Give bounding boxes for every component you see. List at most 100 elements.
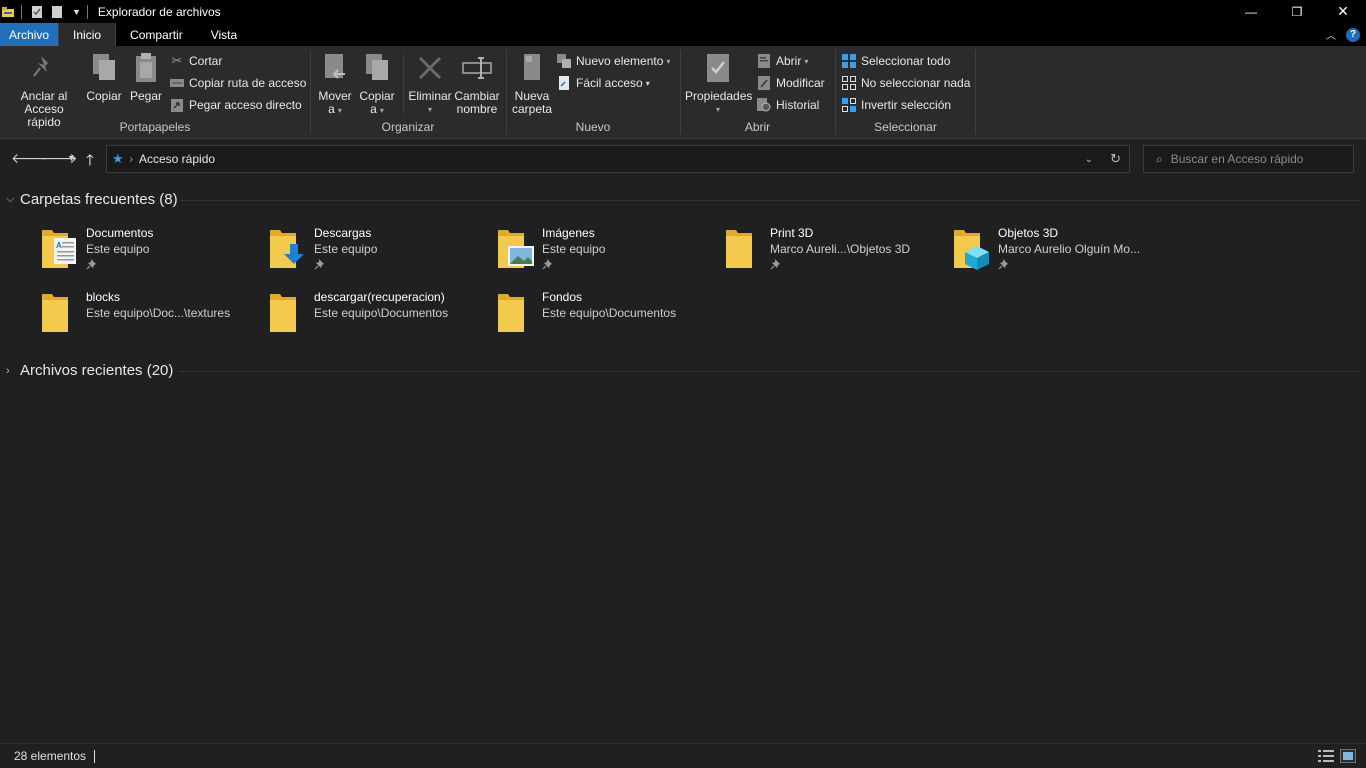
select-all-button[interactable]: Seleccionar todo [842,51,950,71]
address-dropdown-icon[interactable]: ⌄ [1085,154,1093,165]
group-label-organizar: Organizar [381,120,435,134]
properties-icon[interactable] [30,5,44,19]
folder-name: blocks [86,290,121,304]
up-arrow-icon[interactable]: 🡑 [86,150,94,175]
navigation-bar: 🡐 🡒 ▼ 🡑 ★ › Acceso rápido ⌄ ↻ ⌕ Buscar e… [0,140,1366,178]
minimize-button[interactable]: — [1228,0,1274,23]
quick-access-toolbar: ▼ Explorador de archivos [0,0,221,23]
move-label-line1: Mover [318,89,352,103]
open-icon [757,54,771,68]
section-divider [178,371,1360,372]
pin-icon [314,259,324,270]
folder-name: Fondos [542,290,583,304]
item-count: 28 elementos [14,749,87,763]
delete-label: Eliminar [408,89,452,103]
divider [403,54,404,114]
move-label-line2: a ▾ [315,103,355,117]
folder-tile-descargar-recuperacion[interactable]: descargar(recuperacion) Este equipo\Docu… [268,290,488,342]
history-icon [757,98,771,112]
rename-button[interactable]: Cambiar nombre [453,50,501,116]
copy-path-button[interactable]: Copiar ruta de acceso [170,73,306,93]
new-folder-label-line2: carpeta [511,102,553,116]
copy-button[interactable]: Copiar [84,50,124,103]
paste-shortcut-icon [170,98,184,112]
recent-locations-chevron-icon[interactable]: ▼ [67,153,76,163]
ribbon: Anclar al Acceso rápido Copiar Pegar ✂ C… [0,46,1366,139]
folder-location: Marco Aureli...\Objetos 3D [770,242,911,256]
copy-to-label-line1: Copiar [359,89,395,103]
folder-location: Este equipo\Doc...\textures [86,306,231,320]
restore-button[interactable]: ❐ [1274,0,1320,23]
pictures-folder-icon [498,230,534,268]
folder-icon [270,294,296,332]
paste-icon [136,53,156,82]
pin-quick-access-button[interactable]: Anclar al Acceso rápido [6,50,82,129]
new-item-button[interactable]: Nuevo elemento ▾ [557,51,670,71]
breadcrumb-separator-icon[interactable]: › [130,154,133,165]
cut-button[interactable]: ✂ Cortar [170,51,223,71]
section-recent-files[interactable]: › Archivos recientes (20) [6,362,173,379]
address-bar[interactable]: ★ › Acceso rápido ⌄ ↻ [106,145,1130,173]
refresh-icon[interactable]: ↻ [1110,151,1121,167]
folder-location: Este equipo\Documentos [542,306,677,320]
group-organizar: Mover a ▾ Copiar a ▾ Eliminar ▾ Cambiar … [311,46,505,138]
svg-text:A: A [56,241,62,250]
search-icon: ⌕ [1156,151,1163,166]
star-icon: ★ [112,151,124,166]
collapse-ribbon-icon[interactable]: ︿ [1326,27,1336,42]
folder-tile-imagenes[interactable]: Imágenes Este equipo [496,226,716,278]
divider [86,4,88,19]
search-placeholder: Buscar en Acceso rápido [1170,152,1304,166]
select-none-label: No seleccionar nada [861,76,971,90]
paste-shortcut-button[interactable]: Pegar acceso directo [170,95,302,115]
folder-tile-descargas[interactable]: Descargas Este equipo [268,226,488,278]
tab-compartir[interactable]: Compartir [116,23,197,46]
ribbon-right-controls: ︿ ? [1326,23,1360,46]
folder-icon [498,294,524,332]
scissors-icon: ✂ [171,53,183,68]
close-button[interactable]: ✕ [1320,0,1366,23]
paste-button[interactable]: Pegar [126,50,166,103]
folder-tile-print-3d[interactable]: Print 3D Marco Aureli...\Objetos 3D [724,226,944,278]
pin-icon [998,259,1008,270]
help-icon[interactable]: ? [1346,27,1360,42]
breadcrumb-acceso-rapido[interactable]: Acceso rápido [139,152,215,166]
section-frequent-folders[interactable]: ⌵ Carpetas frecuentes (8) [6,191,178,208]
history-label: Historial [776,98,820,112]
chevron-down-icon: ▾ [715,105,720,114]
ribbon-tabs: Archivo Inicio Compartir Vista ︿ ? [0,23,1366,46]
paste-label: Pegar [129,89,163,103]
move-to-button[interactable]: Mover a ▾ [315,50,355,117]
folder-tile-fondos[interactable]: Fondos Este equipo\Documentos [496,290,716,342]
edit-button[interactable]: Modificar [757,73,825,93]
properties-button[interactable]: Propiedades ▾ [685,50,752,116]
new-item-icon [557,54,571,68]
details-view-icon[interactable] [1318,749,1334,763]
group-nuevo: Nueva carpeta Nuevo elemento ▾ Fácil acc… [507,46,679,138]
search-input[interactable]: ⌕ Buscar en Acceso rápido [1143,145,1354,173]
select-none-icon [842,76,856,90]
new-folder-button[interactable]: Nueva carpeta [511,50,553,116]
group-portapapeles: Anclar al Acceso rápido Copiar Pegar ✂ C… [0,46,310,138]
history-button[interactable]: Historial [757,95,819,115]
divider [975,50,976,134]
folder-tile-objetos-3d[interactable]: Objetos 3D Marco Aurelio Olguín Mo... [952,226,1172,278]
tab-vista[interactable]: Vista [197,23,251,46]
chevron-down-icon[interactable]: ▼ [72,7,81,17]
large-icons-view-icon[interactable] [1340,749,1356,763]
folder-tile-blocks[interactable]: blocks Este equipo\Doc...\textures [40,290,260,342]
tab-inicio[interactable]: Inicio [58,23,117,46]
folder-tile-documentos[interactable]: A Documentos Este equipo [40,226,260,278]
new-folder-icon [524,54,540,80]
group-seleccionar: Seleccionar todo No seleccionar nada Inv… [836,46,975,138]
copy-to-button[interactable]: Copiar a ▾ [357,50,397,117]
open-button[interactable]: Abrir ▾ [757,51,808,71]
tab-archivo[interactable]: Archivo [0,23,59,46]
delete-button[interactable]: Eliminar ▾ [407,50,453,116]
select-none-button[interactable]: No seleccionar nada [842,73,970,93]
invert-selection-button[interactable]: Invertir selección [842,95,951,115]
cut-label: Cortar [189,54,223,68]
new-folder-qa-icon[interactable] [50,5,64,19]
easy-access-button[interactable]: Fácil acceso ▾ [557,73,650,93]
window-controls: — ❐ ✕ [1228,0,1366,23]
